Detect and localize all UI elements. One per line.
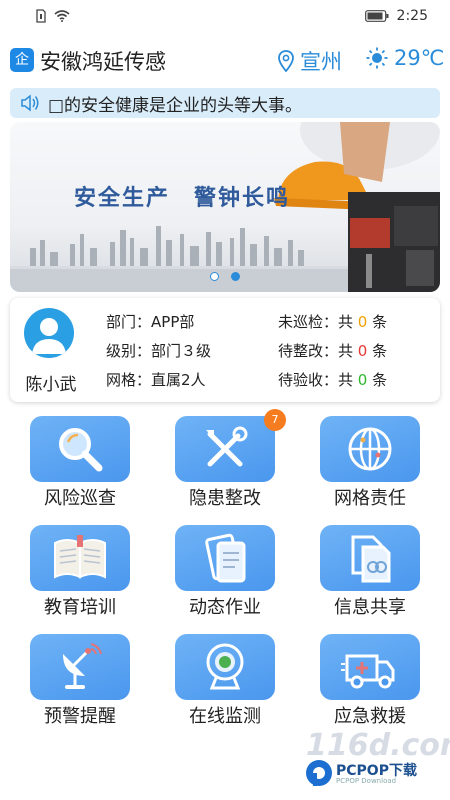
battery-icon bbox=[364, 10, 389, 22]
share-docs-icon bbox=[320, 525, 420, 591]
status-time: 2:25 bbox=[396, 8, 428, 24]
sun-icon bbox=[366, 47, 388, 69]
stat-count: 0 bbox=[357, 371, 368, 389]
stat-pending-accept[interactable]: 待验收：共 0 条 bbox=[278, 366, 387, 395]
carousel-dot-active[interactable] bbox=[231, 272, 240, 281]
user-silhouette-icon bbox=[32, 318, 66, 354]
menu-early-warning[interactable]: 预警提醒 bbox=[10, 630, 150, 730]
stat-prefix: 共 bbox=[338, 371, 358, 389]
menu-label: 隐患整改 bbox=[189, 488, 261, 509]
temperature: 29℃ bbox=[394, 46, 445, 70]
menu-label: 信息共享 bbox=[334, 597, 406, 618]
stat-label: 待整改： bbox=[278, 342, 339, 360]
menu-label: 网格责任 bbox=[334, 488, 406, 509]
user-details: 部门：APP部 级别：部门３级 网格：直属2人 bbox=[106, 308, 211, 395]
location-name: 宣州 bbox=[300, 50, 342, 74]
notification-badge: 7 bbox=[264, 409, 286, 431]
tools-icon bbox=[175, 416, 275, 482]
app-header: 企 安徽鸿延传感 宣州 29℃ bbox=[0, 40, 450, 82]
ticket-icon bbox=[175, 525, 275, 591]
user-name: 陈小武 bbox=[25, 375, 77, 395]
menu-grid-responsibility[interactable]: 网格责任 bbox=[300, 412, 440, 512]
menu-hazard-rectify[interactable]: 7 隐患整改 bbox=[155, 409, 295, 512]
status-left bbox=[36, 9, 70, 23]
watermark: 116d.com PCPOP下载 PCPOP Download bbox=[300, 728, 450, 788]
stat-prefix: 共 bbox=[338, 313, 358, 331]
webcam-icon bbox=[175, 634, 275, 700]
menu-risk-inspection[interactable]: 风险巡查 bbox=[10, 412, 150, 512]
location-selector[interactable]: 宣州 bbox=[278, 46, 342, 76]
stat-label: 未巡检： bbox=[278, 313, 339, 331]
banner-headline: 安全生产 警钟长鸣 bbox=[74, 186, 291, 211]
user-info-card[interactable]: 陈小武 部门：APP部 级别：部门３级 网格：直属2人 未巡检：共 0 条 待整… bbox=[10, 298, 440, 402]
menu-label: 应急救援 bbox=[334, 706, 406, 727]
menu-label: 动态作业 bbox=[189, 597, 261, 618]
banner-carousel[interactable]: 安全生产 警钟长鸣 bbox=[10, 122, 440, 292]
menu-label: 预警提醒 bbox=[44, 706, 116, 727]
weather-widget: 29℃ bbox=[366, 46, 444, 70]
department-value: APP部 bbox=[151, 313, 195, 331]
notice-text: □的安全健康是企业的头等大事。 bbox=[48, 95, 303, 116]
watermark-sub: PCPOP Download bbox=[336, 777, 397, 785]
globe-icon bbox=[320, 416, 420, 482]
stat-suffix: 条 bbox=[367, 313, 388, 331]
location-pin-icon bbox=[278, 50, 294, 72]
grid-row: 网格：直属2人 bbox=[106, 366, 211, 395]
app-title: 安徽鸿延传感 bbox=[40, 50, 166, 74]
menu-info-sharing[interactable]: 信息共享 bbox=[300, 521, 440, 621]
wifi-icon bbox=[54, 10, 70, 22]
magnifier-icon bbox=[30, 416, 130, 482]
pcpop-logo-icon bbox=[306, 760, 332, 786]
department-row: 部门：APP部 bbox=[106, 308, 211, 337]
notice-bar[interactable]: □的安全健康是企业的头等大事。 bbox=[10, 88, 440, 118]
sim-icon bbox=[36, 9, 46, 23]
level-label: 级别： bbox=[106, 342, 152, 360]
stat-prefix: 共 bbox=[338, 342, 358, 360]
stat-uninspected[interactable]: 未巡检：共 0 条 bbox=[278, 308, 387, 337]
avatar[interactable] bbox=[24, 308, 74, 358]
stat-suffix: 条 bbox=[367, 342, 388, 360]
menu-label: 风险巡查 bbox=[44, 488, 116, 509]
book-icon bbox=[30, 525, 130, 591]
department-label: 部门： bbox=[106, 313, 152, 331]
stat-count: 0 bbox=[357, 342, 368, 360]
menu-label: 教育培训 bbox=[44, 597, 116, 618]
app-logo: 企 bbox=[10, 48, 34, 72]
stat-pending-fix[interactable]: 待整改：共 0 条 bbox=[278, 337, 387, 366]
speaker-icon bbox=[21, 94, 39, 112]
menu-education-training[interactable]: 教育培训 bbox=[10, 521, 150, 621]
carousel-dot[interactable] bbox=[210, 272, 219, 281]
stat-label: 待验收： bbox=[278, 371, 339, 389]
grid-value: 直属2人 bbox=[151, 371, 206, 389]
status-right: 2:25 bbox=[364, 8, 428, 24]
menu-emergency-rescue[interactable]: 应急救援 bbox=[300, 630, 440, 730]
menu-dynamic-operation[interactable]: 动态作业 bbox=[155, 521, 295, 621]
stat-suffix: 条 bbox=[367, 371, 388, 389]
ambulance-icon bbox=[320, 634, 420, 700]
menu-online-monitoring[interactable]: 在线监测 bbox=[155, 630, 295, 730]
status-bar: 2:25 bbox=[0, 0, 450, 36]
stat-count: 0 bbox=[357, 313, 368, 331]
level-row: 级别：部门３级 bbox=[106, 337, 211, 366]
task-stats: 未巡检：共 0 条 待整改：共 0 条 待验收：共 0 条 bbox=[278, 308, 387, 395]
menu-label: 在线监测 bbox=[189, 706, 261, 727]
carousel-dots bbox=[210, 272, 240, 281]
level-value: 部门３级 bbox=[151, 342, 212, 360]
grid-label: 网格： bbox=[106, 371, 152, 389]
satellite-dish-icon bbox=[30, 634, 130, 700]
